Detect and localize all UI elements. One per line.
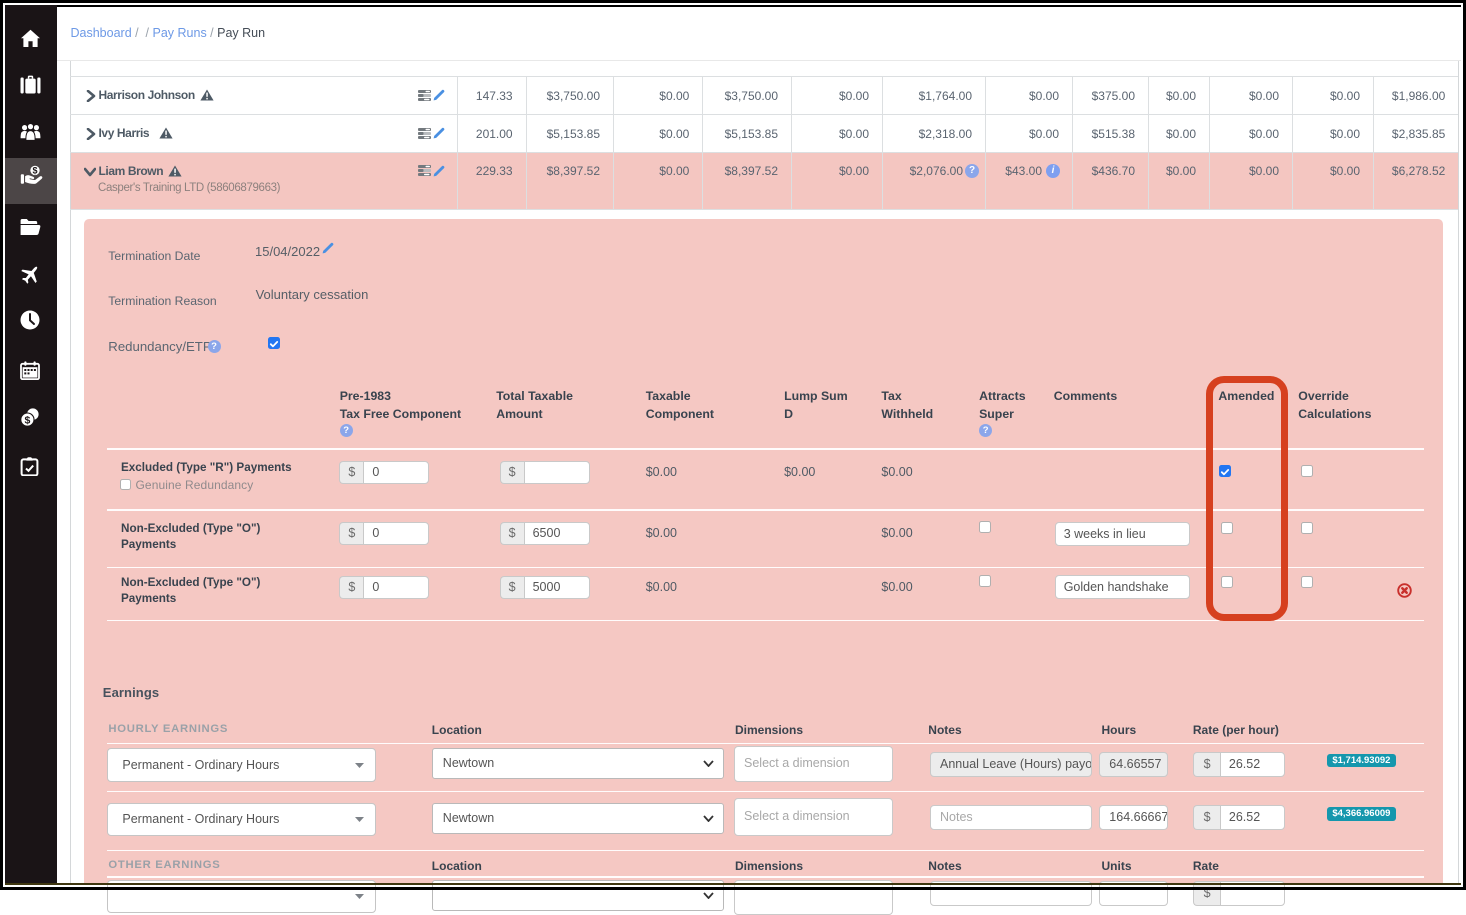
- svg-text:$: $: [32, 166, 37, 176]
- svg-text:$: $: [24, 414, 30, 426]
